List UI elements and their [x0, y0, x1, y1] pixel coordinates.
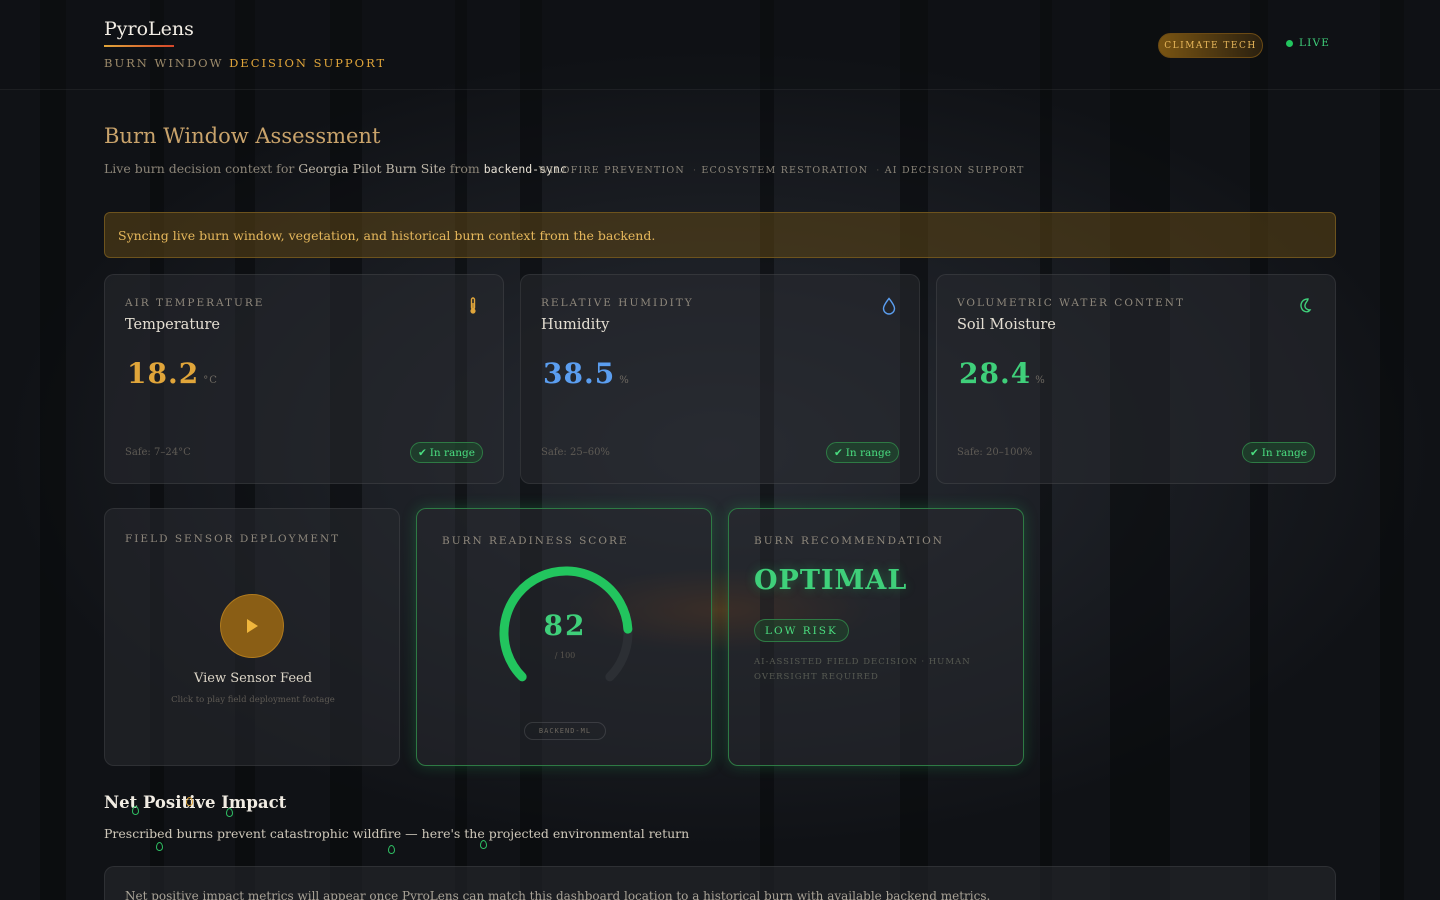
- status-badge: ✔ In range: [409, 442, 483, 463]
- site-name: Georgia Pilot Burn Site: [298, 161, 446, 176]
- subtitle-mid: from: [445, 161, 484, 176]
- status-label: In range: [845, 446, 891, 459]
- tag-wildfire: WILDFIRE PREVENTION: [530, 165, 685, 176]
- readiness-max: / 100: [554, 651, 576, 660]
- metric-kicker: AIR TEMPERATURE: [125, 297, 265, 309]
- tagline-highlight: DECISION SUPPORT: [229, 56, 387, 70]
- page-subtitle: Live burn decision context for Georgia P…: [104, 161, 567, 176]
- risk-badge: LOW RISK: [754, 619, 849, 642]
- check-icon: ✔: [417, 446, 427, 459]
- metric-name: Humidity: [541, 317, 610, 333]
- tagline-dim: BURN WINDOW: [104, 56, 230, 70]
- check-icon: ✔: [1249, 446, 1259, 459]
- metric-safe-range: Safe: 7–24°C: [125, 447, 191, 458]
- readiness-score-card: BURN READINESS SCORE 82 / 100 BACKEND-ML: [416, 508, 712, 766]
- tag-ai: AI DECISION SUPPORT: [876, 165, 1024, 176]
- top-bar: PyroLens BURN WINDOW DECISION SUPPORT CL…: [0, 0, 1440, 90]
- live-label: LIVE: [1299, 37, 1331, 49]
- live-dot-icon: [1286, 39, 1293, 47]
- metric-kicker: RELATIVE HUMIDITY: [541, 297, 694, 309]
- droplet-icon: [882, 297, 896, 315]
- score-source-pill: BACKEND-ML: [524, 722, 606, 740]
- brand-tagline: BURN WINDOW DECISION SUPPORT: [104, 56, 386, 70]
- sync-status-banner: Syncing live burn window, vegetation, an…: [104, 212, 1336, 258]
- metric-card-temperature: AIR TEMPERATURE Temperature 18.2 °C Safe:…: [104, 274, 504, 484]
- status-badge: ✔ In range: [825, 442, 899, 463]
- droplet-particle-icon: [156, 842, 163, 851]
- recommendation-note: AI-ASSISTED FIELD DECISION · HUMAN OVERS…: [754, 657, 971, 682]
- card-kicker: BURN RECOMMENDATION: [754, 535, 944, 547]
- topic-tags: WILDFIRE PREVENTION ECOSYSTEM RESTORATIO…: [530, 165, 1025, 176]
- metric-unit: %: [619, 375, 630, 386]
- metric-value: 28.4%: [959, 357, 1046, 390]
- droplet-particle-icon: [388, 845, 395, 854]
- impact-subtitle: Prescribed burns prevent catastrophic wi…: [104, 826, 690, 841]
- live-indicator: LIVE: [1286, 37, 1330, 49]
- play-button[interactable]: [220, 594, 284, 658]
- metric-name: Temperature: [125, 317, 220, 333]
- brand-logo[interactable]: PyroLens: [104, 18, 194, 40]
- metric-card-soil-moisture: VOLUMETRIC WATER CONTENT Soil Moisture 2…: [936, 274, 1336, 484]
- droplet-particle-icon: [480, 840, 487, 849]
- status-label: In range: [429, 446, 475, 459]
- metric-number: 28.4: [959, 357, 1032, 390]
- droplet-particle-icon: [132, 806, 139, 815]
- metric-safe-range: Safe: 25–60%: [541, 447, 610, 458]
- recommendation-verdict: OPTIMAL: [754, 565, 908, 596]
- metric-unit: °C: [203, 375, 218, 386]
- metric-kicker: VOLUMETRIC WATER CONTENT: [957, 297, 1185, 309]
- play-icon: [247, 619, 258, 633]
- metric-number: 38.5: [543, 357, 616, 390]
- recommendation-card: BURN RECOMMENDATION OPTIMAL LOW RISK AI-…: [728, 508, 1024, 766]
- card-kicker: FIELD SENSOR DEPLOYMENT: [125, 533, 341, 545]
- climate-tech-badge: CLIMATE TECH: [1158, 33, 1263, 58]
- metric-safe-range: Safe: 20–100%: [957, 447, 1033, 458]
- readiness-score: 82: [543, 609, 587, 642]
- impact-card: Net positive impact metrics will appear …: [104, 866, 1336, 900]
- thermometer-icon: [470, 297, 476, 314]
- sensor-feed-card: FIELD SENSOR DEPLOYMENT View Sensor Feed…: [104, 508, 400, 766]
- droplet-particle-icon: [186, 797, 193, 806]
- droplet-particle-icon: [226, 808, 233, 817]
- status-label: In range: [1261, 446, 1307, 459]
- logo-underline: [104, 45, 174, 47]
- metric-unit: %: [1035, 375, 1046, 386]
- check-icon: ✔: [833, 446, 843, 459]
- card-kicker: BURN READINESS SCORE: [442, 535, 629, 547]
- sensor-feed-hint: Click to play field deployment footage: [171, 695, 335, 705]
- metric-number: 18.2: [127, 357, 200, 390]
- sensor-feed-label[interactable]: View Sensor Feed: [105, 671, 401, 686]
- page-title: Burn Window Assessment: [104, 124, 381, 148]
- tag-ecosystem: ECOSYSTEM RESTORATION: [693, 165, 868, 176]
- metric-name: Soil Moisture: [957, 317, 1056, 333]
- metric-value: 18.2 °C: [127, 357, 218, 390]
- metric-value: 38.5%: [543, 357, 630, 390]
- impact-message: Net positive impact metrics will appear …: [125, 889, 991, 900]
- subtitle-prefix: Live burn decision context for: [104, 161, 299, 176]
- leaf-icon: [1300, 298, 1312, 313]
- metric-card-humidity: RELATIVE HUMIDITY Humidity 38.5% Safe: 2…: [520, 274, 920, 484]
- status-badge: ✔ In range: [1241, 442, 1315, 463]
